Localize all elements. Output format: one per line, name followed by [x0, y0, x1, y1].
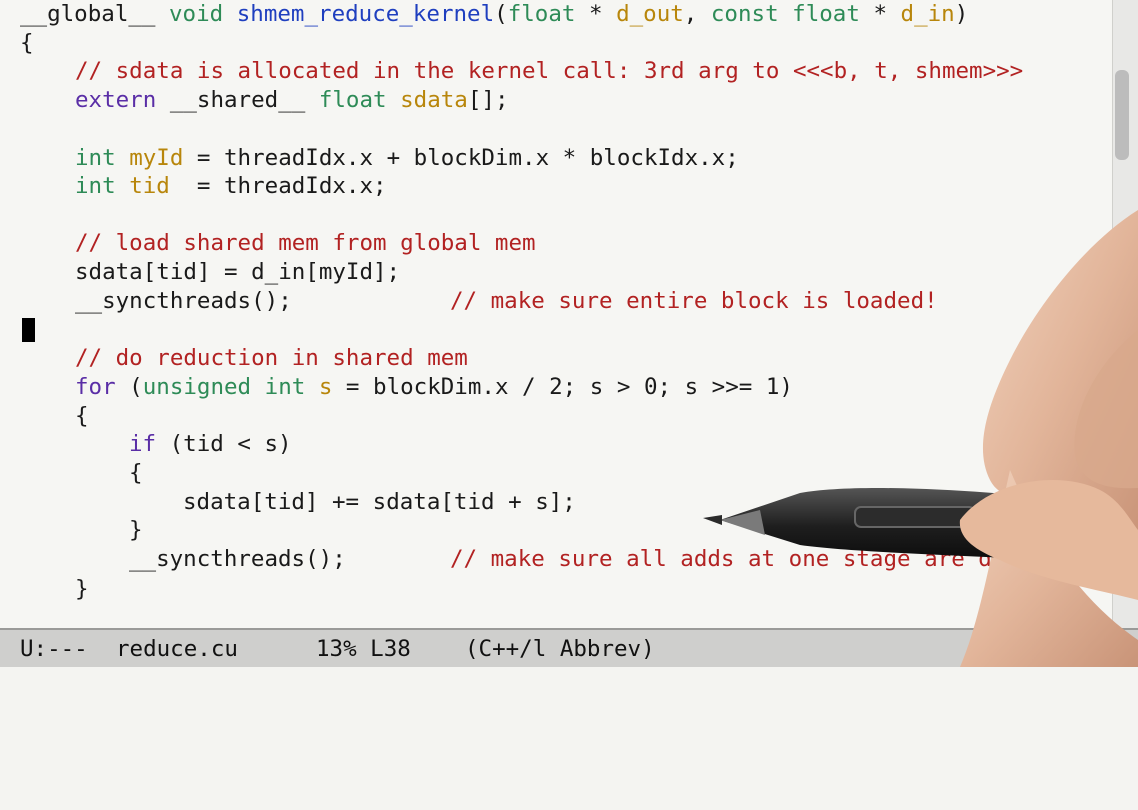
code-line-17: { [129, 460, 143, 486]
code-line-11-comment: // make sure entire block is loaded! [450, 288, 938, 314]
param-d-out: d_out [616, 1, 684, 27]
code-line-20: __syncthreads(); [129, 546, 346, 572]
code-line-7: int tid = threadIdx.x; [75, 173, 387, 199]
code-line-2: { [20, 30, 34, 56]
type-const-float: const float [710, 1, 860, 27]
code-line-10: sdata[tid] = d_in[myId]; [75, 259, 401, 285]
keyword-if: if [129, 431, 157, 457]
code-line-3-comment: // sdata is allocated in the kernel call… [75, 58, 1024, 84]
code-line-13-comment: // do reduction in shared mem [75, 345, 468, 371]
type-void: void [169, 1, 224, 27]
code-editor[interactable]: __global__ void shmem_reduce_kernel(floa… [0, 0, 1112, 628]
type-unsigned-int: unsigned int [142, 374, 306, 400]
code-line-18: sdata[tid] += sdata[tid + s]; [183, 489, 576, 515]
code-line-16: if (tid < s) [129, 431, 292, 457]
code-line-9-comment: // load shared mem from global mem [75, 230, 536, 256]
code-line-6: int myId = threadIdx.x + blockDim.x * bl… [75, 145, 739, 171]
type-float: float [507, 1, 576, 27]
keyword-for: for [75, 374, 116, 400]
code-line-20-comment: // make sure all adds at one stage are d… [450, 546, 1047, 572]
type-float: float [318, 87, 387, 113]
buffer-status: U:--- [20, 636, 88, 662]
code-line-1: __global__ void shmem_reduce_kernel(floa… [20, 1, 969, 27]
buffer-filename: reduce.cu [116, 636, 238, 662]
major-mode: (C++/l Abbrev) [465, 636, 655, 662]
function-name: shmem_reduce_kernel [236, 1, 495, 27]
keyword-extern: extern [75, 87, 157, 113]
var-s: s [318, 374, 333, 400]
code-line-11: __syncthreads(); [75, 288, 292, 314]
scrollbar-thumb[interactable] [1115, 70, 1129, 160]
var-tid: tid [129, 173, 170, 199]
keyword-shared: __shared__ [169, 87, 306, 113]
type-int: int [75, 145, 116, 171]
code-line-15: { [75, 403, 89, 429]
code-line-21: } [75, 576, 89, 602]
var-myId: myId [129, 145, 184, 171]
param-d-in: d_in [900, 1, 955, 27]
type-int: int [75, 173, 116, 199]
code-line-14: for (unsigned int s = blockDim.x / 2; s … [75, 374, 793, 400]
mode-line: U:--- reduce.cu 13% L38 (C++/l Abbrev) [0, 628, 1138, 667]
buffer-position: 13% L38 [316, 636, 411, 662]
keyword-global: __global__ [20, 1, 156, 27]
var-sdata: sdata [400, 87, 468, 113]
text-cursor [22, 318, 35, 342]
code-line-19: } [129, 517, 143, 543]
code-line-4: extern __shared__ float sdata[]; [75, 87, 509, 113]
